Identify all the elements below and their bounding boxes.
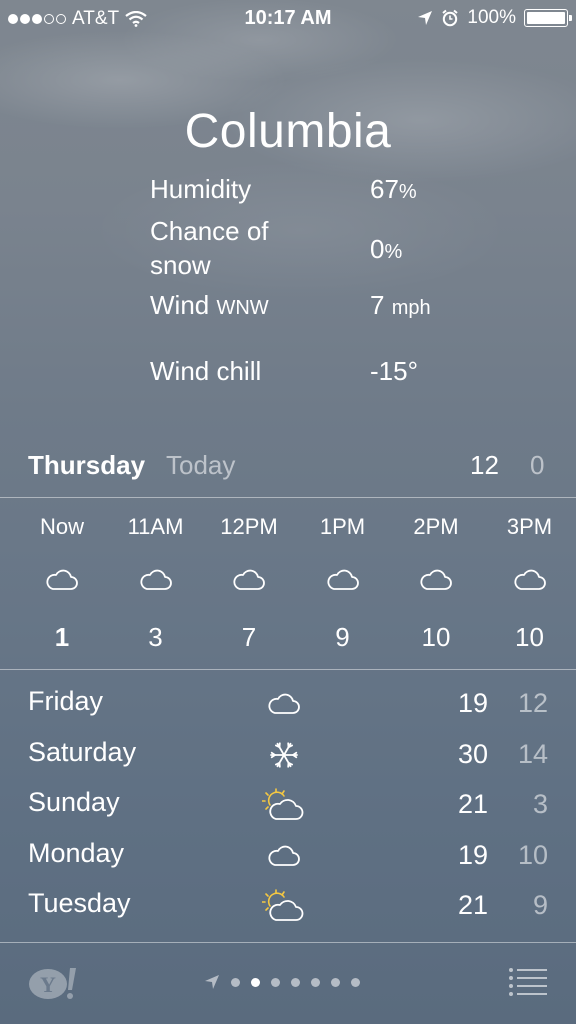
page-dot[interactable]: [291, 977, 300, 987]
daily-low: 3: [532, 789, 548, 819]
daily-row: Friday 19 12: [0, 680, 576, 730]
windchill-value: -15°: [370, 356, 418, 386]
today-label: Today: [166, 450, 236, 480]
daily-row: Saturday 30 14: [0, 731, 576, 781]
hourly-item: 2PM 10: [389, 500, 483, 668]
cloud-icon: [262, 686, 306, 722]
daily-high: 19: [457, 839, 488, 870]
wind-label: Wind WNW: [150, 290, 269, 320]
daily-day: Tuesday: [28, 888, 131, 918]
location-arrow-icon: [418, 11, 433, 25]
page-dot[interactable]: [251, 977, 260, 987]
hourly-item: Now 1: [15, 500, 109, 668]
windchill-label: Wind chill: [150, 356, 262, 386]
daily-day: Sunday: [28, 787, 120, 817]
daily-day: Friday: [28, 686, 104, 716]
hourly-temp: 9: [335, 622, 350, 652]
partly-sunny-icon: [261, 787, 306, 823]
daily-high: 19: [457, 688, 488, 718]
cloud-icon: [44, 566, 80, 594]
page-dot[interactable]: [271, 977, 280, 987]
divider: [0, 497, 576, 498]
status-bar: AT&T 10:17 AM 100%: [0, 0, 576, 38]
bottom-toolbar: Y: [0, 942, 576, 1024]
daily-high: 30: [457, 738, 488, 769]
daily-row: Monday 19 10: [0, 832, 576, 882]
cloud-icon: [418, 566, 454, 594]
cloud-icon: [325, 566, 361, 594]
yahoo-logo-icon[interactable]: Y: [28, 964, 80, 1002]
cloud-icon: [512, 566, 548, 594]
divider: [0, 669, 576, 670]
hourly-time: 1PM: [319, 514, 366, 539]
daily-day: Saturday: [28, 736, 137, 767]
hourly-item: 12PM 7: [202, 500, 296, 668]
snow-label: Chance of snow: [150, 216, 269, 280]
city-list-icon[interactable]: [508, 966, 548, 998]
hourly-temp: 10: [421, 622, 451, 652]
alarm-icon: [442, 9, 459, 27]
hourly-temp: 7: [241, 622, 257, 652]
location-arrow-icon: [205, 975, 219, 989]
hourly-item: 3PM 10: [483, 500, 576, 668]
battery-icon: [524, 9, 572, 27]
daily-row: Sunday 21 3: [0, 781, 576, 831]
city-name: Columbia: [184, 105, 392, 158]
page-dot[interactable]: [231, 977, 240, 987]
battery-percent: 100%: [467, 7, 516, 28]
page-dot[interactable]: [311, 977, 320, 987]
cloud-icon: [231, 566, 267, 594]
hourly-forecast[interactable]: Now 1 11AM 3 12PM 7 1PM 9 2PM 10 3PM 10: [0, 500, 576, 668]
daily-low: 12: [517, 688, 548, 718]
daily-day: Monday: [28, 837, 125, 868]
today-summary: Thursday Today 12 0: [0, 446, 576, 486]
hourly-time: 2PM: [413, 514, 459, 539]
hourly-temp: 1: [54, 622, 70, 652]
hourly-item: 11AM 3: [109, 500, 203, 668]
wind-value: 7 mph: [370, 290, 431, 320]
daily-high: 21: [457, 789, 488, 819]
daily-high: 21: [457, 890, 488, 920]
hourly-time: Now: [39, 514, 84, 539]
daily-low: 10: [517, 839, 548, 870]
humidity-label: Humidity: [150, 174, 252, 204]
cloud-icon: [262, 838, 306, 874]
hourly-time: 11AM: [127, 514, 184, 539]
hourly-time: 12PM: [220, 514, 278, 539]
daily-low: 9: [532, 890, 548, 920]
page-dot[interactable]: [351, 977, 360, 987]
partly-sunny-icon: [261, 888, 306, 924]
today-high: 12: [470, 450, 499, 480]
svg-text:Y: Y: [40, 972, 56, 997]
daily-row: Tuesday 21 9: [0, 882, 576, 932]
cloud-icon: [138, 566, 174, 594]
page-indicator[interactable]: [204, 974, 360, 990]
hourly-temp: 10: [515, 622, 544, 652]
hourly-time: 3PM: [506, 514, 553, 539]
daily-low: 14: [517, 738, 548, 769]
status-right: 100%: [417, 7, 572, 29]
today-day: Thursday: [28, 450, 146, 480]
humidity-value: 67%: [370, 174, 417, 204]
snowflake-icon: [262, 737, 306, 773]
today-low: 0: [530, 450, 545, 480]
hourly-item: 1PM 9: [296, 500, 390, 668]
snow-value: 0%: [370, 234, 403, 264]
hourly-temp: 3: [148, 622, 163, 652]
page-dot[interactable]: [331, 977, 340, 987]
